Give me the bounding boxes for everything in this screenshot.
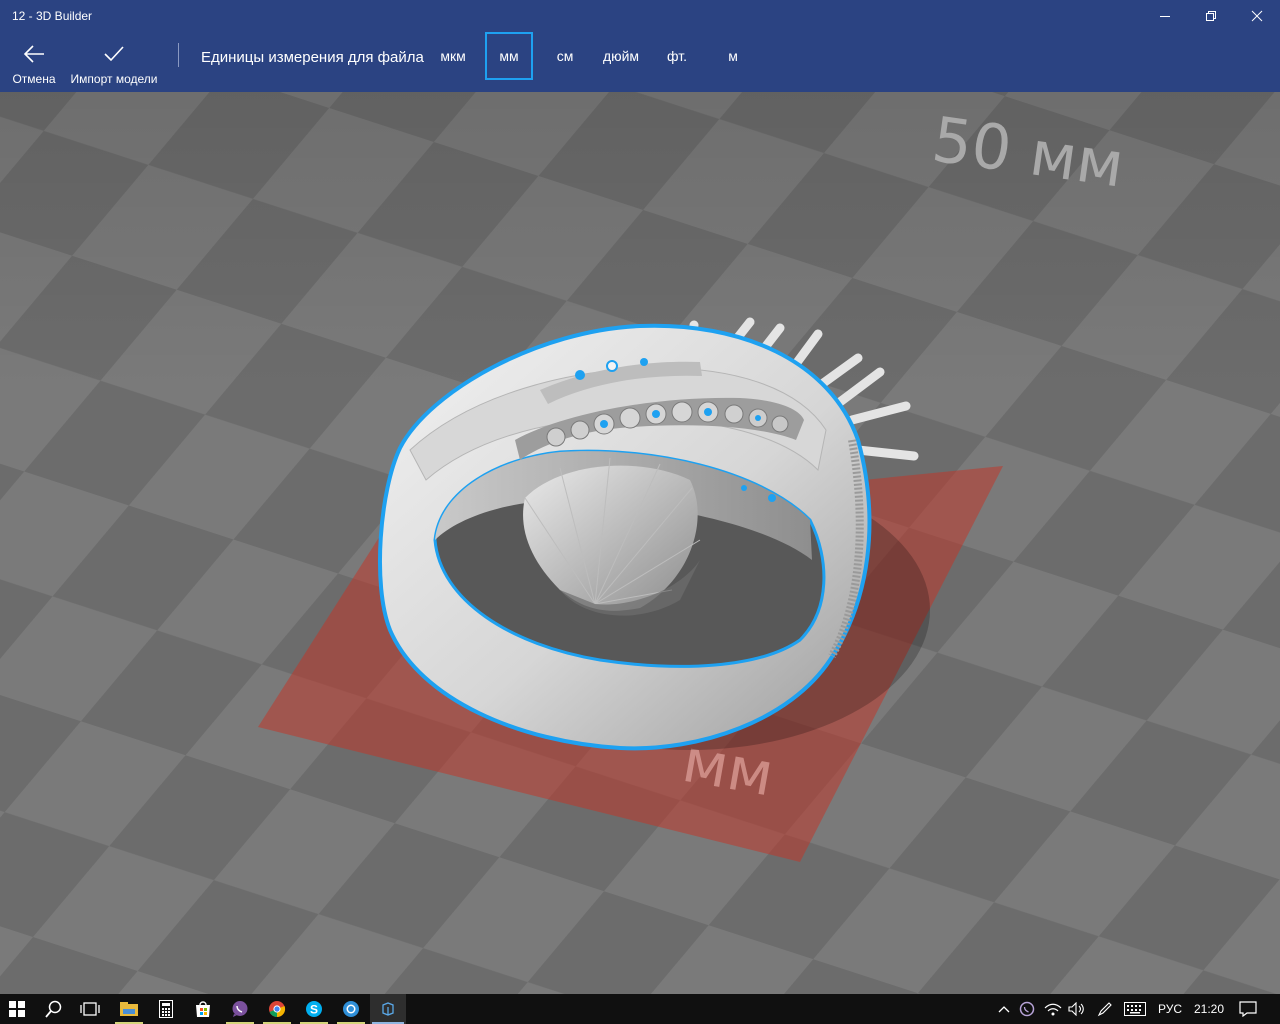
viber-icon	[232, 1001, 248, 1017]
unit-option-micrometer[interactable]: мкм	[432, 32, 474, 80]
3d-viewport[interactable]: 50 мм мм	[0, 92, 1280, 994]
chevron-up-icon	[998, 1006, 1010, 1013]
chrome-icon	[269, 1001, 286, 1018]
store-icon	[196, 1001, 210, 1017]
tray-viber[interactable]	[1016, 994, 1038, 1024]
tray-pen[interactable]	[1094, 994, 1116, 1024]
taskbar-app-3d-builder[interactable]	[370, 994, 406, 1024]
restore-icon	[1206, 11, 1216, 21]
3d-builder-icon	[382, 1002, 394, 1016]
search-icon	[45, 1000, 62, 1018]
browser-icon	[343, 1001, 359, 1017]
input-language[interactable]: РУС	[1158, 1002, 1182, 1016]
start-button[interactable]	[0, 994, 34, 1024]
unit-option-centimeter[interactable]: см	[544, 32, 586, 80]
task-view-icon	[80, 1002, 100, 1016]
units-label: Единицы измерения для файла	[201, 49, 424, 66]
taskbar-app-store[interactable]	[185, 994, 221, 1024]
taskbar-app-chrome[interactable]	[259, 994, 295, 1024]
svg-text:S: S	[310, 1003, 318, 1017]
scene: 50 мм мм	[0, 92, 1280, 994]
cancel-button[interactable]: Отмена	[6, 32, 62, 92]
minimize-button[interactable]	[1142, 0, 1188, 32]
keyboard-icon	[1124, 1002, 1146, 1016]
toolbar-separator	[178, 43, 179, 67]
close-button[interactable]	[1234, 0, 1280, 32]
import-toolbar: Отмена Импорт модели Единицы измерения д…	[0, 32, 1280, 92]
taskbar-app-file-explorer[interactable]	[111, 994, 147, 1024]
skype-icon: S	[306, 1001, 322, 1017]
title-bar: 12 - 3D Builder	[0, 0, 1280, 32]
file-explorer-icon	[120, 1002, 138, 1016]
restore-button[interactable]	[1188, 0, 1234, 32]
unit-option-foot[interactable]: фт.	[657, 32, 697, 80]
task-view-button[interactable]	[72, 994, 108, 1024]
minimize-icon	[1160, 16, 1170, 17]
pen-icon	[1097, 1002, 1112, 1017]
unit-option-meter[interactable]: м	[716, 32, 750, 80]
window-title: 12 - 3D Builder	[12, 9, 93, 23]
tray-network[interactable]	[1042, 994, 1064, 1024]
taskbar-app-skype[interactable]: S	[296, 994, 332, 1024]
unit-option-millimeter[interactable]: мм	[485, 32, 533, 80]
viber-tray-icon	[1019, 1001, 1035, 1017]
clock[interactable]: 21:20	[1194, 1002, 1224, 1016]
taskbar-app-browser[interactable]	[333, 994, 369, 1024]
close-icon	[1251, 10, 1263, 22]
unit-option-inch[interactable]: дюйм	[596, 32, 646, 80]
calculator-icon	[159, 1000, 173, 1018]
tray-volume[interactable]	[1066, 994, 1088, 1024]
checkmark-icon	[104, 46, 124, 62]
taskbar: S РУС 21:20	[0, 994, 1280, 1024]
taskbar-app-calculator[interactable]	[148, 994, 184, 1024]
back-arrow-icon	[23, 45, 44, 63]
import-model-button[interactable]: Импорт модели	[66, 32, 162, 92]
speaker-icon	[1068, 1002, 1084, 1016]
cancel-label: Отмена	[12, 72, 56, 86]
taskbar-app-viber[interactable]	[222, 994, 258, 1024]
notification-icon	[1239, 1001, 1257, 1017]
search-button[interactable]	[36, 994, 72, 1024]
start-icon	[9, 1001, 25, 1017]
import-model-label: Импорт модели	[70, 72, 158, 86]
tray-overflow-button[interactable]	[994, 994, 1014, 1024]
wifi-icon	[1044, 1003, 1062, 1016]
action-center-button[interactable]	[1236, 994, 1260, 1024]
tray-touch-keyboard[interactable]	[1122, 994, 1148, 1024]
